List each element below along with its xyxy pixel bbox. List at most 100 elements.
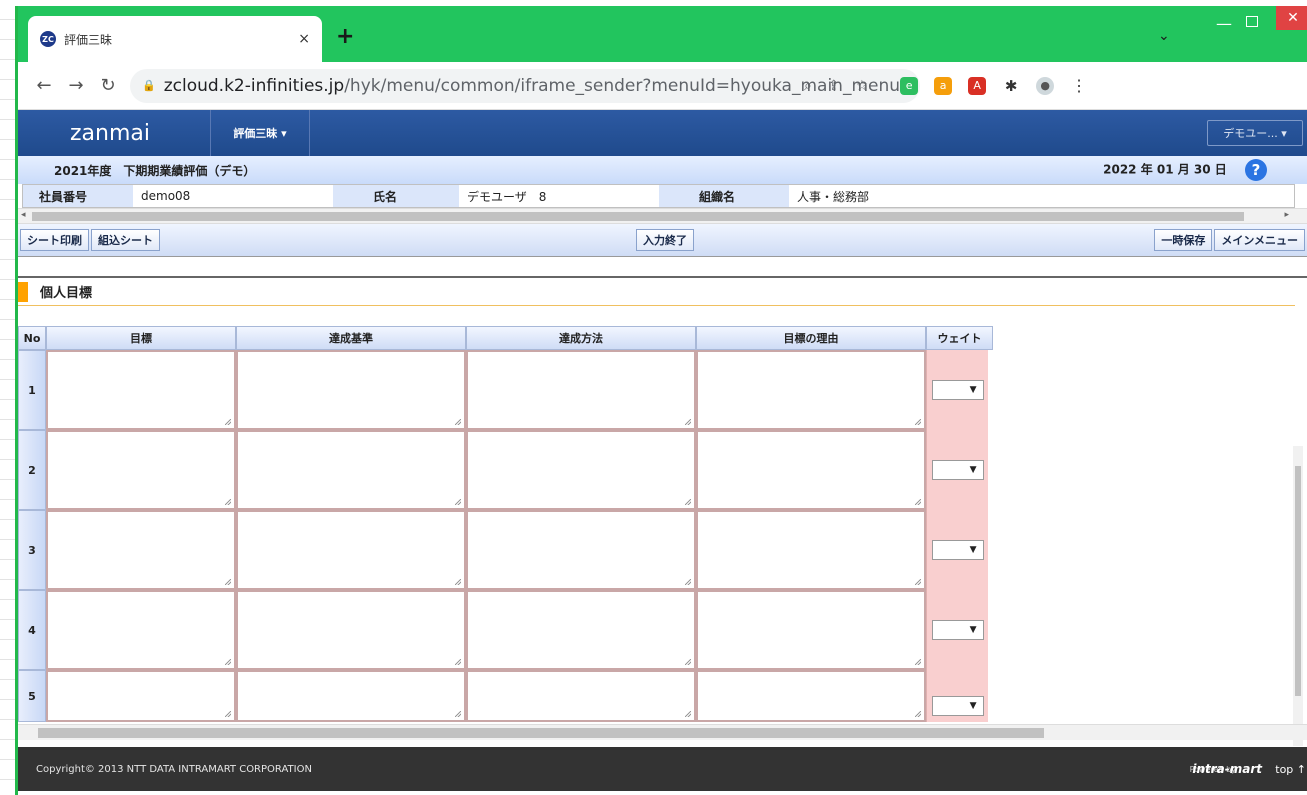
- kebab-menu-icon[interactable]: ⋮: [1070, 76, 1088, 95]
- criteria-textarea[interactable]: [236, 350, 466, 430]
- minimize-icon[interactable]: —: [1216, 14, 1232, 33]
- lock-icon: 🔒: [142, 79, 156, 92]
- goal-textarea[interactable]: [46, 670, 236, 722]
- col-header-method: 達成方法: [466, 326, 696, 350]
- table-row: 5 ▼: [18, 670, 993, 722]
- table-row: 2 ▼: [18, 430, 993, 510]
- bottom-horizontal-scrollbar[interactable]: [18, 724, 1307, 740]
- app-logo[interactable]: zanmai: [70, 121, 210, 146]
- tab-title: 評価三昧: [64, 32, 113, 47]
- vertical-scrollbar[interactable]: [1293, 446, 1303, 746]
- input-done-button[interactable]: 入力終了: [636, 229, 694, 251]
- vertical-scroll-thumb[interactable]: [1295, 466, 1301, 696]
- weight-select[interactable]: ▼: [931, 540, 984, 560]
- print-sheet-button[interactable]: シート印刷: [20, 229, 89, 251]
- row-number: 5: [18, 670, 46, 722]
- org-value: 人事・総務部: [789, 185, 1294, 207]
- top-link[interactable]: top ↑: [1275, 763, 1306, 776]
- reason-textarea[interactable]: [696, 350, 926, 430]
- extensions: e a A ✱ ● ⋮: [900, 76, 1088, 95]
- method-textarea[interactable]: [466, 590, 696, 670]
- maximize-icon[interactable]: [1246, 16, 1258, 27]
- col-header-weight: ウェイト: [926, 326, 993, 350]
- share-icon[interactable]: ⇪: [828, 78, 840, 94]
- scroll-right-icon[interactable]: ▸: [1284, 210, 1289, 220]
- combined-sheet-button[interactable]: 組込シート: [91, 229, 160, 251]
- bottom-scroll-thumb[interactable]: [38, 728, 1044, 738]
- message-area: [18, 256, 1307, 278]
- goal-textarea[interactable]: [46, 350, 236, 430]
- col-header-reason: 目標の理由: [696, 326, 926, 350]
- address-bar: ← → ↻ 🔒 zcloud.k2-infinities.jp/hyk/menu…: [18, 62, 1307, 110]
- zoom-icon[interactable]: ⌕: [804, 78, 812, 94]
- criteria-textarea[interactable]: [236, 590, 466, 670]
- weight-select[interactable]: ▼: [931, 620, 984, 640]
- reload-icon[interactable]: ↻: [92, 75, 124, 96]
- main-menu-button[interactable]: メインメニュー: [1214, 229, 1305, 251]
- url-actions: ⌕ ⇪ ☆: [804, 78, 868, 94]
- goal-textarea[interactable]: [46, 510, 236, 590]
- weight-select[interactable]: ▼: [931, 696, 984, 716]
- weight-cell: ▼: [926, 510, 988, 590]
- criteria-textarea[interactable]: [236, 430, 466, 510]
- row-number: 4: [18, 590, 46, 670]
- footer: Copyright© 2013 NTT DATA INTRAMART CORPO…: [18, 747, 1307, 791]
- evernote-icon[interactable]: e: [900, 76, 919, 95]
- pdf-icon[interactable]: A: [968, 76, 987, 95]
- action-toolbar: シート印刷 組込シート 入力終了 一時保存 メインメニュー: [18, 224, 1307, 256]
- profile-icon[interactable]: ●: [1036, 76, 1055, 95]
- weight-select[interactable]: ▼: [931, 380, 984, 400]
- goal-textarea[interactable]: [46, 430, 236, 510]
- favicon-icon: ZC: [40, 31, 56, 47]
- intra-mart-logo: intra-mart: [1192, 762, 1262, 776]
- app-menu-dropdown[interactable]: 評価三昧 ▾: [210, 110, 310, 156]
- goal-textarea[interactable]: [46, 590, 236, 670]
- method-textarea[interactable]: [466, 510, 696, 590]
- period-title: 2021年度 下期期業績評価（デモ）: [54, 163, 256, 178]
- tab-search-icon[interactable]: ⌄: [1158, 28, 1170, 44]
- weight-cell: ▼: [926, 430, 988, 510]
- copyright-text: Copyright© 2013 NTT DATA INTRAMART CORPO…: [36, 763, 312, 775]
- puzzle-icon[interactable]: ✱: [1002, 77, 1020, 95]
- new-tab-button[interactable]: +: [336, 24, 354, 49]
- row-number: 1: [18, 350, 46, 430]
- employee-id-label: 社員番号: [23, 185, 133, 207]
- method-textarea[interactable]: [466, 670, 696, 722]
- method-textarea[interactable]: [466, 350, 696, 430]
- bookmark-star-icon[interactable]: ☆: [856, 78, 869, 94]
- section-title: 個人目標: [40, 286, 93, 301]
- reason-textarea[interactable]: [696, 430, 926, 510]
- goals-table-header: No 目標 達成基準 達成方法 目標の理由 ウェイト: [18, 326, 993, 350]
- weight-cell: ▼: [926, 590, 988, 670]
- url-field[interactable]: 🔒 zcloud.k2-infinities.jp/hyk/menu/commo…: [130, 68, 920, 103]
- back-icon[interactable]: ←: [28, 75, 60, 96]
- reason-textarea[interactable]: [696, 590, 926, 670]
- user-dropdown[interactable]: デモユー... ▾: [1207, 120, 1303, 146]
- employee-name-value: デモユーザ 8: [459, 185, 659, 207]
- scroll-left-icon[interactable]: ◂: [21, 210, 26, 220]
- method-textarea[interactable]: [466, 430, 696, 510]
- section-header: 個人目標: [18, 278, 1295, 306]
- info-horizontal-scrollbar[interactable]: ◂ ▸: [18, 208, 1307, 224]
- temp-save-button[interactable]: 一時保存: [1154, 229, 1213, 251]
- window-close-icon[interactable]: ✕: [1276, 6, 1307, 30]
- browser-window: ZC 評価三昧 × + ⌄ — ✕ ← → ↻ 🔒 zcloud.k2-infi…: [15, 6, 1307, 795]
- current-date: 2022 年 01 月 30 日: [1103, 162, 1227, 177]
- period-bar: 2021年度 下期期業績評価（デモ） 2022 年 01 月 30 日 ?: [18, 156, 1307, 184]
- reason-textarea[interactable]: [696, 670, 926, 722]
- reason-textarea[interactable]: [696, 510, 926, 590]
- browser-tab[interactable]: ZC 評価三昧 ×: [28, 16, 322, 62]
- table-row: 3 ▼: [18, 510, 993, 590]
- col-header-goal: 目標: [46, 326, 236, 350]
- employee-id-value: demo08: [133, 185, 333, 207]
- weight-select[interactable]: ▼: [931, 460, 984, 480]
- scroll-thumb[interactable]: [32, 212, 1244, 221]
- forward-icon[interactable]: →: [60, 75, 92, 96]
- criteria-textarea[interactable]: [236, 510, 466, 590]
- extension-orange-icon[interactable]: a: [934, 76, 953, 95]
- help-icon[interactable]: ?: [1245, 159, 1267, 181]
- criteria-textarea[interactable]: [236, 670, 466, 722]
- table-row: 4 ▼: [18, 590, 993, 670]
- tab-close-icon[interactable]: ×: [298, 31, 310, 47]
- row-number: 3: [18, 510, 46, 590]
